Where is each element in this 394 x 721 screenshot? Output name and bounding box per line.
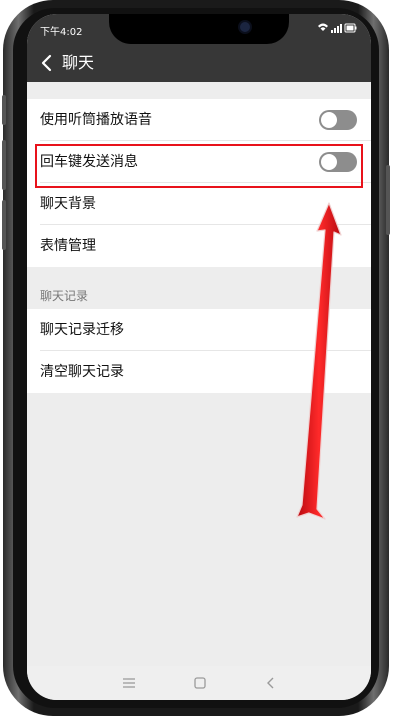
side-button-left-lower [2,200,6,250]
side-button-left-upper [2,95,6,125]
menu-icon[interactable] [121,676,137,690]
annotation-arrow-icon [296,202,342,520]
system-nav-bar [27,666,371,700]
screen: 下午4:02 聊天 使用听筒播放语音 回车键发送消息 聊天背景 表情管理 聊天记… [27,14,371,700]
nav-bar: 聊天 [27,44,371,82]
back-arrow-icon[interactable] [37,52,59,74]
setting-label: 表情管理 [40,238,96,254]
setting-label: 使用听筒播放语音 [40,112,152,128]
notch [109,14,289,44]
home-icon[interactable] [192,676,208,690]
signal-icon [331,24,342,33]
camera-icon [240,22,250,32]
status-bar: 下午4:02 [27,14,371,44]
setting-label: 清空聊天记录 [40,364,124,380]
section-title-chat-history: 聊天记录 [40,289,89,303]
battery-icon [344,23,357,33]
status-time: 下午4:02 [40,27,83,38]
highlight-box [35,144,363,188]
back-icon[interactable] [263,676,279,690]
setting-label: 聊天记录迁移 [40,322,124,338]
toggle-knob [321,112,337,128]
side-button-right [386,165,390,235]
setting-label: 聊天背景 [40,196,96,212]
side-button-left-middle [2,140,6,190]
wifi-icon [318,23,328,31]
page-title: 聊天 [62,53,95,72]
status-icons [318,23,357,33]
earpiece-toggle[interactable] [319,110,357,130]
setting-earpiece-voice[interactable]: 使用听筒播放语音 [27,99,371,141]
